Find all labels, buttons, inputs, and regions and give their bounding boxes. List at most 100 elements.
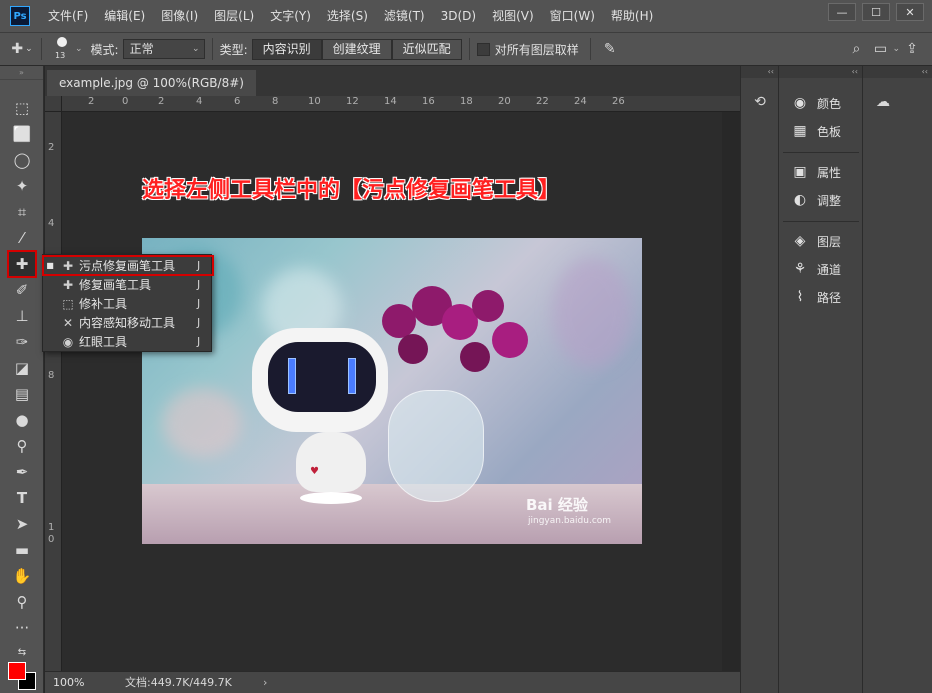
swap-colors-icon: ⇆: [17, 646, 27, 658]
sample-all-layers-checkbox[interactable]: [476, 42, 490, 56]
tool-more[interactable]: ···: [9, 616, 35, 640]
ruler-tick: 8: [272, 96, 279, 107]
flyout-item-spot-healing[interactable]: ■ ✚ 污点修复画笔工具 J: [42, 255, 214, 276]
flyout-item-label: 修补工具: [79, 297, 128, 311]
panel-swatches[interactable]: ▦ 色板: [789, 118, 861, 144]
panel-collapse-button[interactable]: ‹‹: [741, 66, 778, 78]
tool-dodge[interactable]: ⚲: [9, 434, 35, 458]
zoom-field[interactable]: 100%: [49, 674, 91, 691]
photoshop-logo: Ps: [10, 6, 30, 26]
tool-history-brush[interactable]: ✑: [9, 330, 35, 354]
document-tab[interactable]: example.jpg @ 100%(RGB/8#): [47, 70, 256, 96]
document-canvas[interactable]: 选择左侧工具栏中的【污点修复画笔工具】 ♥ Bai 经验 jingyan.bai…: [62, 112, 722, 671]
document-image[interactable]: ♥ Bai 经验 jingyan.baidu.com: [142, 238, 642, 544]
ruler-tick: 16: [422, 96, 435, 107]
tool-blur[interactable]: ●: [9, 408, 35, 432]
ruler-tick: 2: [88, 96, 95, 107]
menu-type[interactable]: 文字(Y): [262, 0, 319, 32]
panel-collapse-button[interactable]: ‹‹: [779, 66, 862, 78]
tool-pen[interactable]: ✒: [9, 460, 35, 484]
mode-dropdown[interactable]: 正常 ⌄: [122, 39, 205, 59]
tool-brush[interactable]: ✐: [9, 278, 35, 302]
tool-spot-healing[interactable]: ✚: [7, 250, 37, 278]
ruler-tick: 8: [48, 370, 55, 381]
proximity-match-button[interactable]: 近似匹配: [391, 38, 462, 60]
menu-image[interactable]: 图像(I): [153, 0, 206, 32]
status-menu-button[interactable]: ›: [263, 674, 267, 691]
tool-type[interactable]: T: [9, 486, 35, 510]
menu-view[interactable]: 视图(V): [484, 0, 542, 32]
toolbar-grip[interactable]: »: [0, 66, 43, 80]
panel-collapse-button[interactable]: ‹‹: [863, 66, 932, 78]
panel-layers[interactable]: ◈ 图层: [789, 228, 861, 254]
tool-eyedropper[interactable]: ⁄: [9, 226, 35, 250]
flyout-item-patch[interactable]: ⬚ 修补工具 J: [43, 294, 213, 313]
menu-window[interactable]: 窗口(W): [542, 0, 603, 32]
tool-preset-picker[interactable]: ✚ ⌄: [10, 37, 34, 61]
brush-size-picker[interactable]: 13: [49, 36, 75, 62]
workspace-button[interactable]: ▭: [868, 37, 892, 61]
flyout-item-healing-brush[interactable]: ✚ 修复画笔工具 J: [43, 275, 213, 294]
create-texture-button[interactable]: 创建纹理: [321, 38, 392, 60]
menu-layer[interactable]: 图层(L): [206, 0, 262, 32]
tool-lasso[interactable]: ◯: [9, 148, 35, 172]
flyout-item-red-eye[interactable]: ◉ 红眼工具 J: [43, 332, 213, 351]
menu-3d[interactable]: 3D(D): [433, 0, 484, 32]
ruler-tick: 24: [574, 96, 587, 107]
panel-paths[interactable]: ⌇ 路径: [789, 284, 861, 310]
lasso-icon: ◯: [13, 151, 31, 169]
search-button[interactable]: ⌕: [844, 37, 868, 61]
tool-marquee[interactable]: ⬜: [9, 122, 35, 146]
eyedropper-icon: ⁄: [20, 229, 24, 247]
spot-healing-brush-icon: ✚: [15, 255, 29, 273]
menu-filter[interactable]: 滤镜(T): [376, 0, 433, 32]
tool-eraser[interactable]: ◪: [9, 356, 35, 380]
tool-rectangle[interactable]: ▬: [9, 538, 35, 562]
menu-edit[interactable]: 编辑(E): [96, 0, 153, 32]
panel-channels[interactable]: ⚘ 通道: [789, 256, 861, 282]
panel-properties[interactable]: ▣ 属性: [789, 159, 861, 185]
maximize-button[interactable]: ☐: [862, 3, 890, 21]
flyout-item-label: 红眼工具: [79, 335, 128, 349]
flyout-item-content-aware-move[interactable]: ✕ 内容感知移动工具 J: [43, 313, 213, 332]
tool-hand[interactable]: ✋: [9, 564, 35, 588]
shortcut-key: J: [197, 297, 201, 310]
menu-help[interactable]: 帮助(H): [603, 0, 661, 32]
tool-quick-select[interactable]: ✦: [9, 174, 35, 198]
tool-gradient[interactable]: ▤: [9, 382, 35, 406]
minimize-button[interactable]: —: [828, 3, 856, 21]
ruler-tick: 4: [48, 218, 55, 229]
color-palette-icon: ◉: [793, 95, 807, 111]
libraries-panel-button[interactable]: ☁: [871, 90, 895, 114]
panel-adjustments[interactable]: ◐ 调整: [789, 187, 861, 213]
swap-colors-button[interactable]: ⇆: [9, 640, 35, 664]
swatches-grid-icon: ▦: [793, 123, 807, 139]
chevron-down-icon: ⌄: [892, 44, 900, 54]
pressure-size-button[interactable]: ✎: [598, 37, 622, 61]
zoom-icon: ⚲: [16, 593, 28, 611]
tool-clone-stamp[interactable]: ⊥: [9, 304, 35, 328]
canvas-area[interactable]: 选择左侧工具栏中的【污点修复画笔工具】 ♥ Bai 经验 jingyan.bai…: [62, 112, 740, 671]
close-button[interactable]: ✕: [896, 3, 924, 21]
adjustments-icon: ◐: [793, 192, 807, 208]
horizontal-ruler[interactable]: 2 0 2 4 6 8 10 12 14 16 18 20 22 24 26: [62, 96, 740, 112]
menu-select[interactable]: 选择(S): [319, 0, 376, 32]
panel-label: 属性: [817, 165, 842, 180]
ruler-tick: 22: [536, 96, 549, 107]
dodge-icon: ⚲: [16, 437, 28, 455]
tool-crop[interactable]: ⌗: [9, 200, 35, 224]
eraser-icon: ◪: [14, 359, 30, 377]
vertical-ruler[interactable]: 2 4 6 8 1 0: [45, 112, 62, 671]
history-panel-button[interactable]: ⟲: [748, 90, 772, 114]
content-aware-button[interactable]: 内容识别: [251, 38, 322, 60]
share-icon: ⇪: [906, 41, 918, 57]
menu-file[interactable]: 文件(F): [40, 0, 96, 32]
tool-zoom[interactable]: ⚲: [9, 590, 35, 614]
share-button[interactable]: ⇪: [900, 37, 924, 61]
tool-artboard[interactable]: ⬚: [9, 96, 35, 120]
foreground-color-swatch[interactable]: [8, 662, 26, 680]
brush-tip-icon: [57, 37, 67, 47]
tool-path-select[interactable]: ➤: [9, 512, 35, 536]
panel-color[interactable]: ◉ 颜色: [789, 90, 861, 116]
watermark: Bai 经验: [526, 496, 588, 514]
